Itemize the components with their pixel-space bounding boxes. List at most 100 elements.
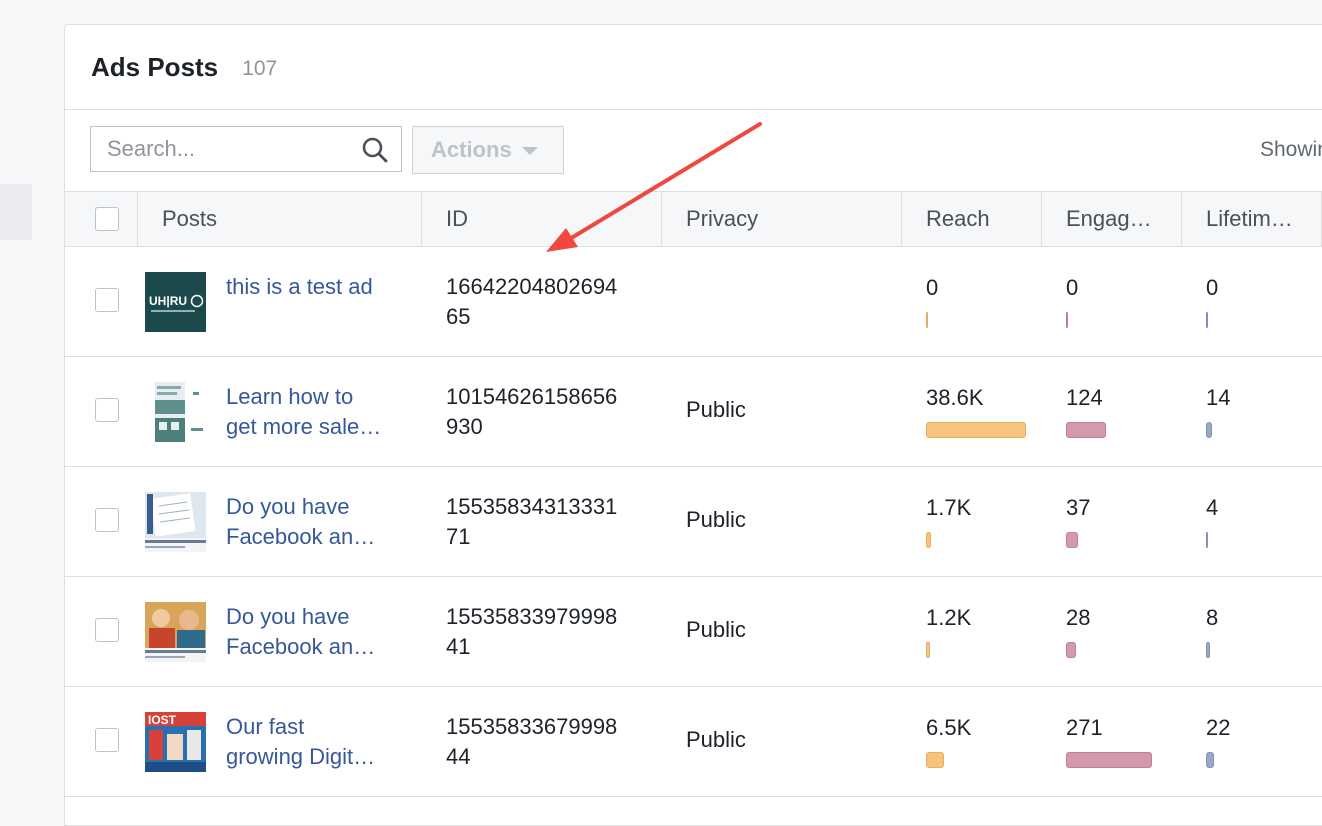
post-thumbnail[interactable] bbox=[145, 492, 206, 552]
post-id: 16642204802694 65 bbox=[446, 272, 617, 332]
post-id-line1: 15535833679998 bbox=[446, 714, 618, 739]
lifetime-value: 4 bbox=[1206, 495, 1219, 520]
column-header-engagement[interactable]: Engag… bbox=[1042, 192, 1182, 246]
actions-label: Actions bbox=[431, 137, 512, 162]
row-checkbox[interactable] bbox=[95, 288, 119, 312]
post-thumbnail[interactable] bbox=[145, 602, 206, 662]
post-id: 15535833979998 41 bbox=[446, 602, 617, 662]
post-title-link[interactable]: Do you have Facebook an… bbox=[226, 602, 411, 662]
lifetime-value: 0 bbox=[1206, 275, 1219, 300]
lifetime-value: 8 bbox=[1206, 605, 1219, 630]
reach-value: 1.7K bbox=[926, 495, 972, 520]
post-id-line2: 44 bbox=[446, 744, 471, 769]
post-id: 10154626158656 930 bbox=[446, 382, 617, 442]
post-thumbnail[interactable] bbox=[145, 382, 206, 442]
toolbar: Actions Showin bbox=[65, 110, 1322, 192]
post-thumbnail[interactable]: UH|RU bbox=[145, 272, 206, 332]
engagement-bar bbox=[1066, 642, 1076, 658]
engagement-bar bbox=[1066, 312, 1068, 328]
post-id-line1: 10154626158656 bbox=[446, 384, 618, 409]
actions-dropdown[interactable]: Actions bbox=[412, 126, 564, 174]
reach-bar bbox=[926, 532, 931, 548]
column-header-id[interactable]: ID bbox=[422, 192, 662, 246]
column-label-reach: Reach bbox=[926, 206, 990, 231]
engagement-bar bbox=[1066, 422, 1106, 438]
table-row[interactable]: Learn how to get more sale… 101546261586… bbox=[65, 357, 1322, 467]
post-title-line1: Learn how to bbox=[226, 384, 354, 409]
column-label-privacy: Privacy bbox=[686, 206, 759, 231]
caret-down-icon bbox=[521, 147, 538, 155]
post-title-line2: get more sale… bbox=[226, 414, 382, 439]
post-id-line2: 930 bbox=[446, 414, 483, 439]
row-checkbox[interactable] bbox=[95, 728, 119, 752]
post-id-line1: 16642204802694 bbox=[446, 274, 618, 299]
column-label-id: ID bbox=[446, 206, 468, 231]
post-title-link[interactable]: Learn how to get more sale… bbox=[226, 382, 411, 442]
table-row[interactable]: UH|RU this is a test ad 16642204802694 6… bbox=[65, 247, 1322, 357]
panel-header: Ads Posts 107 bbox=[65, 25, 1322, 110]
lifetime-bar bbox=[1206, 532, 1208, 548]
privacy-value: Public bbox=[686, 617, 746, 642]
post-title-line1: Do you have bbox=[226, 494, 350, 519]
post-title-line1: Our fast bbox=[226, 714, 305, 739]
people-photo-image bbox=[145, 602, 206, 662]
column-label-posts: Posts bbox=[162, 206, 218, 231]
engagement-value: 28 bbox=[1066, 605, 1091, 630]
post-title-line2: growing Digit… bbox=[226, 744, 376, 769]
search-input[interactable] bbox=[91, 135, 349, 163]
reach-value: 1.2K bbox=[926, 605, 972, 630]
post-id: 15535833679998 44 bbox=[446, 712, 617, 772]
post-id-line2: 41 bbox=[446, 634, 471, 659]
column-label-engagement: Engag… bbox=[1066, 206, 1152, 231]
row-checkbox[interactable] bbox=[95, 508, 119, 532]
post-id: 15535834313331 71 bbox=[446, 492, 617, 552]
engagement-value: 124 bbox=[1066, 385, 1103, 410]
privacy-value: Public bbox=[686, 397, 746, 422]
row-checkbox[interactable] bbox=[95, 398, 119, 422]
post-id-line1: 15535834313331 bbox=[446, 494, 618, 519]
column-header-lifetime[interactable]: Lifetim… bbox=[1182, 192, 1322, 246]
table-row[interactable]: IOST Our fast growing Digit… 15535833679… bbox=[65, 687, 1322, 797]
post-thumbnail[interactable]: IOST bbox=[145, 712, 206, 772]
reach-bar bbox=[926, 752, 944, 768]
post-title-line1: Do you have bbox=[226, 604, 350, 629]
privacy-value: Public bbox=[686, 727, 746, 752]
left-sidebar-strip bbox=[0, 184, 32, 240]
reach-value: 6.5K bbox=[926, 715, 972, 740]
infographic-image bbox=[145, 382, 206, 442]
post-title-line1: this is a test ad bbox=[226, 274, 373, 299]
column-header-privacy[interactable]: Privacy bbox=[662, 192, 902, 246]
engagement-bar bbox=[1066, 752, 1152, 768]
uhuru-logo-image: UH|RU bbox=[145, 272, 206, 332]
lifetime-bar bbox=[1206, 642, 1210, 658]
header-select-cell bbox=[65, 192, 138, 246]
post-id-line2: 71 bbox=[446, 524, 471, 549]
engagement-value: 0 bbox=[1066, 275, 1079, 300]
lifetime-bar bbox=[1206, 312, 1208, 328]
engagement-bar bbox=[1066, 532, 1078, 548]
select-all-checkbox[interactable] bbox=[95, 207, 119, 231]
lifetime-value: 14 bbox=[1206, 385, 1231, 410]
search-icon[interactable] bbox=[361, 136, 389, 164]
post-title-link[interactable]: this is a test ad bbox=[226, 272, 411, 302]
column-header-reach[interactable]: Reach bbox=[902, 192, 1042, 246]
svg-text:IOST: IOST bbox=[148, 713, 177, 727]
column-header-posts[interactable]: Posts bbox=[138, 192, 422, 246]
reach-value: 0 bbox=[926, 275, 939, 300]
post-id-line1: 15535833979998 bbox=[446, 604, 618, 629]
table-header: Posts ID Privacy Reach Engag… Lifetim… bbox=[65, 191, 1322, 247]
notebook-photo-image bbox=[145, 492, 206, 552]
post-title-link[interactable]: Do you have Facebook an… bbox=[226, 492, 411, 552]
reach-bar bbox=[926, 642, 930, 658]
post-title-line2: Facebook an… bbox=[226, 634, 376, 659]
column-label-lifetime: Lifetim… bbox=[1206, 206, 1293, 231]
row-checkbox[interactable] bbox=[95, 618, 119, 642]
search-box[interactable] bbox=[90, 126, 402, 172]
table-row[interactable]: Do you have Facebook an… 15535834313331 … bbox=[65, 467, 1322, 577]
table-row[interactable]: Do you have Facebook an… 15535833979998 … bbox=[65, 577, 1322, 687]
post-id-line2: 65 bbox=[446, 304, 471, 329]
reach-bar bbox=[926, 422, 1026, 438]
reach-value: 38.6K bbox=[926, 385, 984, 410]
post-title-link[interactable]: Our fast growing Digit… bbox=[226, 712, 411, 772]
engagement-value: 271 bbox=[1066, 715, 1103, 740]
